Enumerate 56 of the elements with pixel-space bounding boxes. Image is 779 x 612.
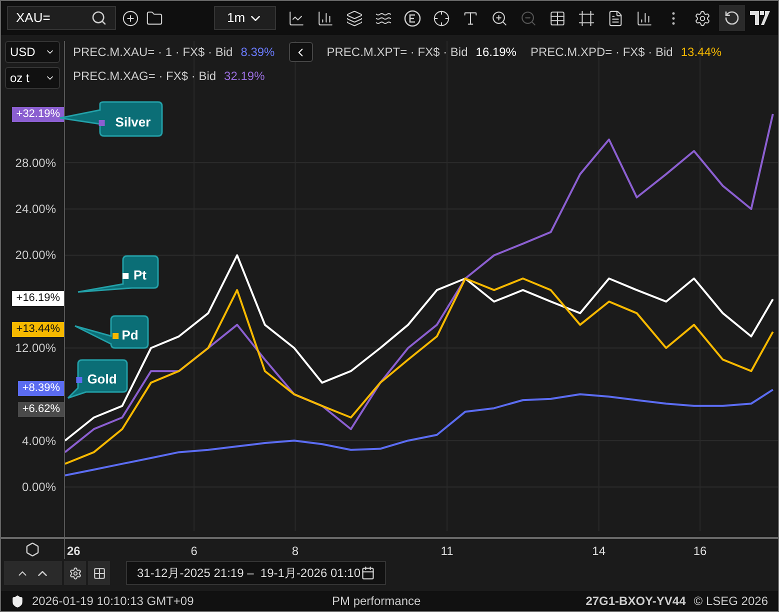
price-badge: +16.19% bbox=[12, 291, 64, 306]
logo-icon bbox=[750, 11, 772, 25]
search-value: XAU= bbox=[16, 9, 50, 28]
status-time: 2026-01-19 10:10:13 GMT+09 bbox=[32, 593, 195, 610]
interval-dropdown[interactable]: 1m bbox=[214, 6, 276, 30]
settings-button[interactable] bbox=[64, 561, 86, 585]
axis-label: 8 bbox=[292, 543, 299, 560]
legend-label: Gold bbox=[87, 371, 117, 386]
legend-value: 32.19% bbox=[224, 68, 265, 85]
price-badge: +8.39% bbox=[18, 381, 64, 396]
unit-dropdown[interactable]: oz t bbox=[5, 67, 60, 89]
axis-label: 16 bbox=[693, 543, 707, 560]
date-range-field[interactable]: 31-12月-2025 21:19 – 19-1月-2026 01:10 bbox=[126, 561, 386, 585]
search-icon[interactable] bbox=[90, 10, 107, 26]
axis-label: 24.00% bbox=[15, 202, 56, 215]
axis-label: 14 bbox=[592, 543, 606, 560]
status-code: 27G1-BXOY-YV44 bbox=[586, 593, 686, 610]
collapse-button[interactable] bbox=[288, 42, 313, 62]
legend-value: 13.44% bbox=[680, 44, 722, 61]
layout-button[interactable] bbox=[88, 561, 110, 585]
year-label: 26 bbox=[67, 543, 80, 560]
callout: Gold bbox=[67, 359, 128, 399]
legend-label: PREC.M.XPD= · FX$ · Bid bbox=[530, 44, 673, 61]
legend-value: 8.39% bbox=[240, 44, 275, 61]
gear-icon bbox=[68, 566, 82, 580]
callout: Pt bbox=[77, 255, 159, 293]
status-title: PM performance bbox=[332, 593, 422, 610]
axis-label: 6 bbox=[190, 543, 198, 560]
legend-label: Pd bbox=[122, 327, 138, 342]
price-badge: +13.44% bbox=[12, 322, 64, 337]
reset-button[interactable] bbox=[719, 5, 745, 31]
price-badge: +32.19% bbox=[12, 107, 64, 122]
axis-label: 12.00% bbox=[15, 342, 56, 354]
legend-label: Silver bbox=[115, 114, 151, 130]
date-range-text: 31-12月-2025 21:19 – 19-1月-2026 01:10 bbox=[137, 565, 360, 582]
unit-dropdown[interactable]: USD bbox=[5, 41, 60, 63]
axis-label: 20.00% bbox=[15, 249, 56, 262]
axis-label: 28.00% bbox=[15, 156, 56, 169]
axis-label: 11 bbox=[440, 543, 454, 560]
undo-icon bbox=[724, 10, 740, 26]
hexagon-icon[interactable] bbox=[25, 542, 40, 556]
copyright: © LSEG 2026 bbox=[694, 593, 768, 610]
legend-label: PREC.M.XAG= · FX$ · Bid bbox=[73, 68, 216, 85]
legend-label: Pt bbox=[134, 267, 148, 282]
callout: Pd bbox=[74, 315, 149, 349]
axis-label: 0.00% bbox=[22, 480, 56, 493]
shield-icon bbox=[11, 594, 24, 608]
search-field[interactable]: XAU= bbox=[7, 6, 116, 30]
calendar-icon bbox=[361, 566, 375, 580]
legend-label: PREC.M.XPT= · FX$ · Bid bbox=[326, 44, 468, 61]
axis-label: 4.00% bbox=[22, 434, 56, 447]
legend-value: 16.19% bbox=[476, 44, 516, 61]
grid-icon bbox=[92, 566, 106, 580]
legend-label: PREC.M.XAU= · 1 · FX$ · Bid bbox=[73, 44, 233, 61]
price-badge: +6.62% bbox=[18, 402, 64, 417]
callout: Silver bbox=[59, 101, 163, 137]
